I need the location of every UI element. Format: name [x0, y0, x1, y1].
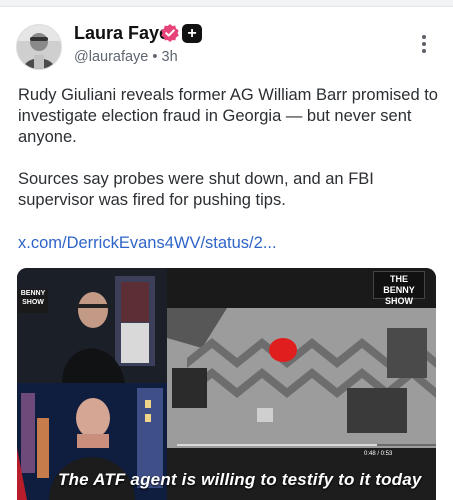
- video-time-readout: 0:48 / 0:53: [364, 451, 393, 457]
- author-name[interactable]: Laura Faye: [74, 23, 169, 44]
- post-body: Rudy Giuliani reveals former AG William …: [18, 85, 438, 232]
- show-logo-right: THE BENNY SHOW: [373, 271, 425, 306]
- show-logo-left: BENNY SHOW: [18, 289, 48, 313]
- more-options-icon[interactable]: [414, 35, 434, 57]
- author-avatar[interactable]: [16, 24, 62, 70]
- author-handle-and-time: @laurafaye • 3h: [74, 49, 178, 65]
- verified-badge-icon: [160, 23, 180, 43]
- post-paragraph-1: Rudy Giuliani reveals former AG William …: [18, 86, 438, 146]
- top-divider: [0, 0, 453, 7]
- plus-badge-icon: +: [182, 24, 202, 43]
- post-link[interactable]: x.com/DerrickEvans4WV/status/2...: [18, 234, 277, 253]
- video-caption: The ATF agent is willing to testify to i…: [58, 470, 422, 489]
- video-thumbnail[interactable]: [17, 268, 436, 500]
- post-paragraph-2: Sources say probes were shut down, and a…: [18, 170, 374, 209]
